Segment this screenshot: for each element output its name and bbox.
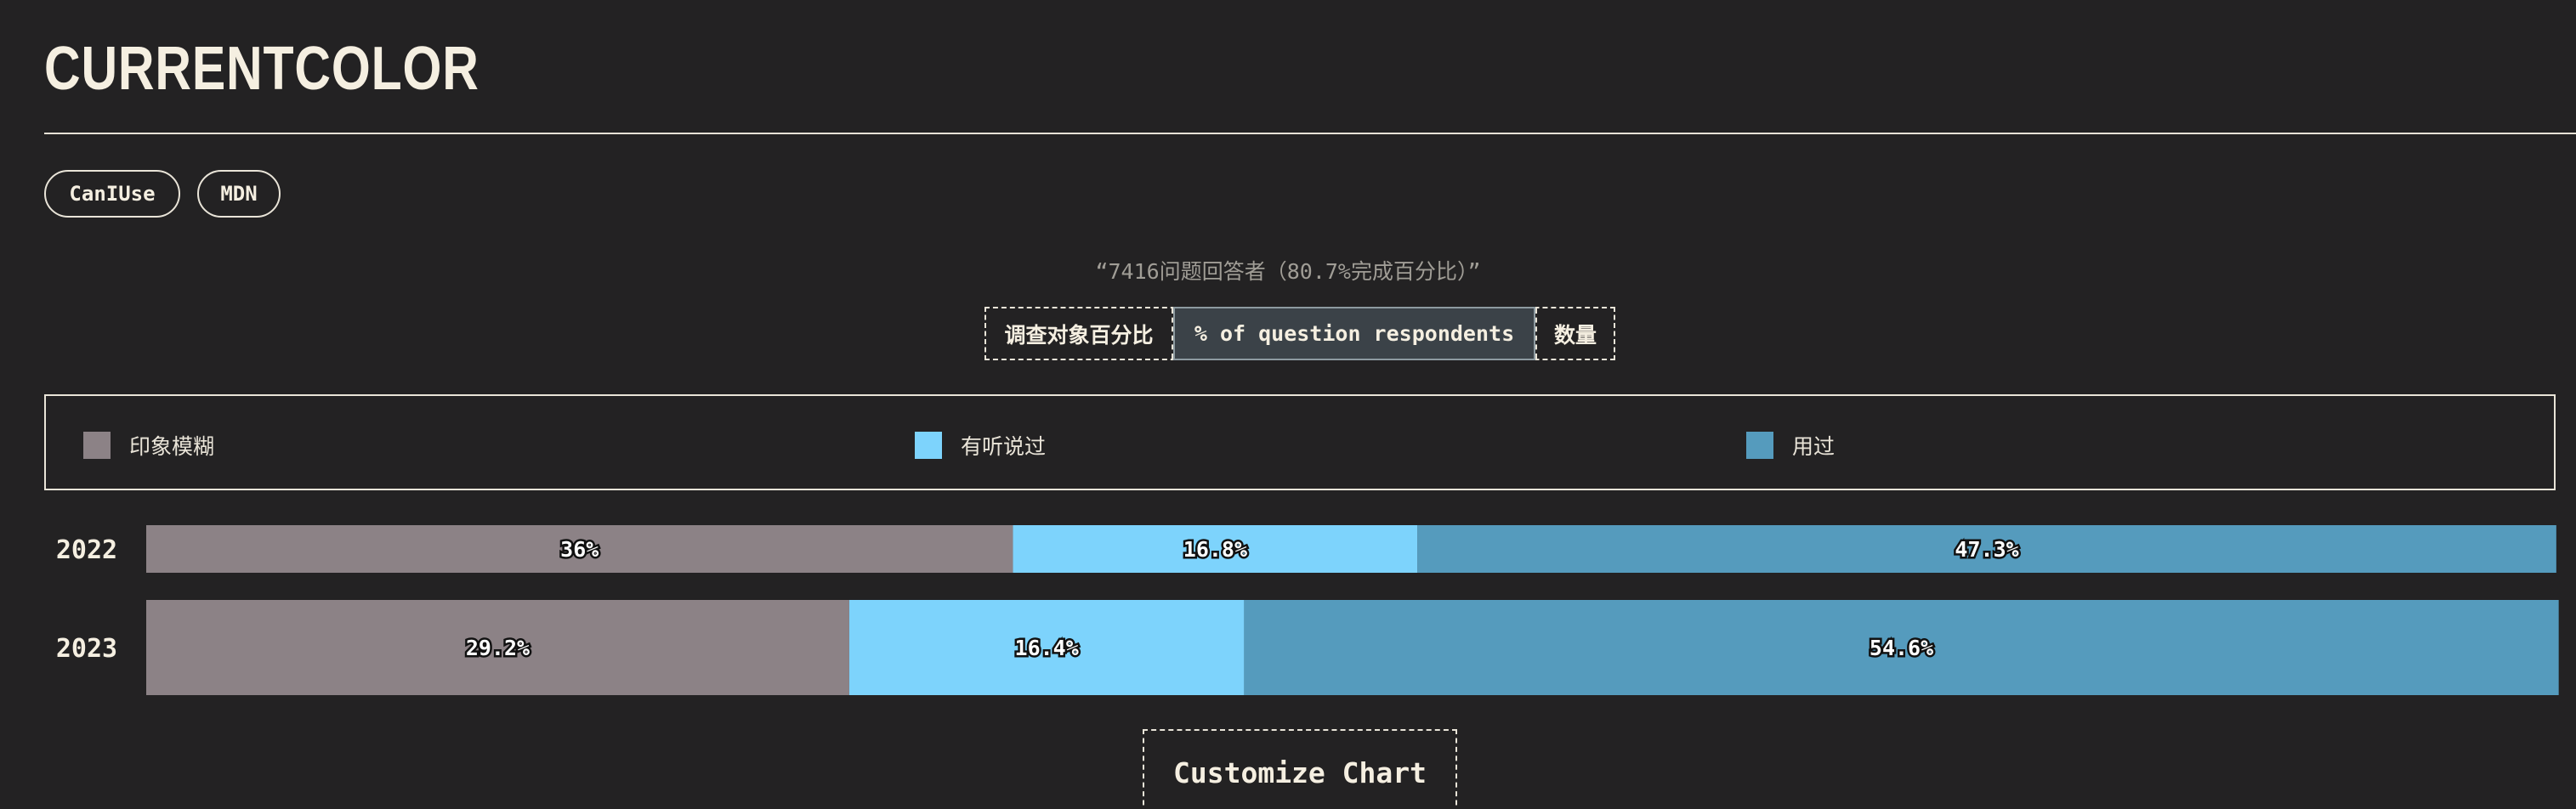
- category-label-2022: 2022: [56, 535, 117, 565]
- bar-segment-2023-0[interactable]: [146, 600, 849, 695]
- bar-segment-2022-2[interactable]: [1417, 525, 2556, 573]
- title-divider: [44, 133, 2576, 134]
- legend-label-used: 用过: [1792, 434, 1836, 459]
- legend-swatch-heard: [915, 432, 942, 459]
- units-toggle: 调查对象百分比 % of question respondents 数量: [984, 307, 1615, 360]
- mdn-link[interactable]: MDN: [197, 170, 281, 218]
- legend-swatch-used: [1746, 432, 1773, 459]
- legend-label-vague: 印象模糊: [129, 434, 215, 459]
- legend-item-used[interactable]: 用过: [1746, 430, 1835, 461]
- tab-percent-of-survey[interactable]: 调查对象百分比: [986, 308, 1173, 359]
- page: CURRENTCOLOR CanIUse MDN “7416问题回答者（80.7…: [0, 0, 2576, 809]
- legend-label-heard: 有听说过: [961, 434, 1047, 459]
- legend-swatch-vague: [83, 432, 111, 459]
- bar-segment-2022-1[interactable]: [1013, 525, 1418, 573]
- legend-item-heard[interactable]: 有听说过: [915, 430, 1046, 461]
- bar-segment-2022-0[interactable]: [146, 525, 1013, 573]
- legend-item-vague[interactable]: 印象模糊: [83, 430, 214, 461]
- bar-segment-2023-2[interactable]: [1244, 600, 2559, 695]
- chart-legend: 印象模糊 有听说过 用过: [44, 394, 2556, 490]
- category-label-2023: 2023: [56, 634, 117, 664]
- caniuse-link[interactable]: CanIUse: [44, 170, 180, 218]
- tab-percent-of-question-respondents[interactable]: % of question respondents: [1173, 307, 1535, 360]
- bar-segment-2023-1[interactable]: [848, 600, 1245, 695]
- page-title: CURRENTCOLOR: [44, 35, 479, 103]
- customize-chart-button[interactable]: Customize Chart: [1143, 729, 1457, 809]
- respondents-note: “7416问题回答者（80.7%完成百分比）”: [1095, 259, 1481, 284]
- tab-count[interactable]: 数量: [1535, 308, 1614, 359]
